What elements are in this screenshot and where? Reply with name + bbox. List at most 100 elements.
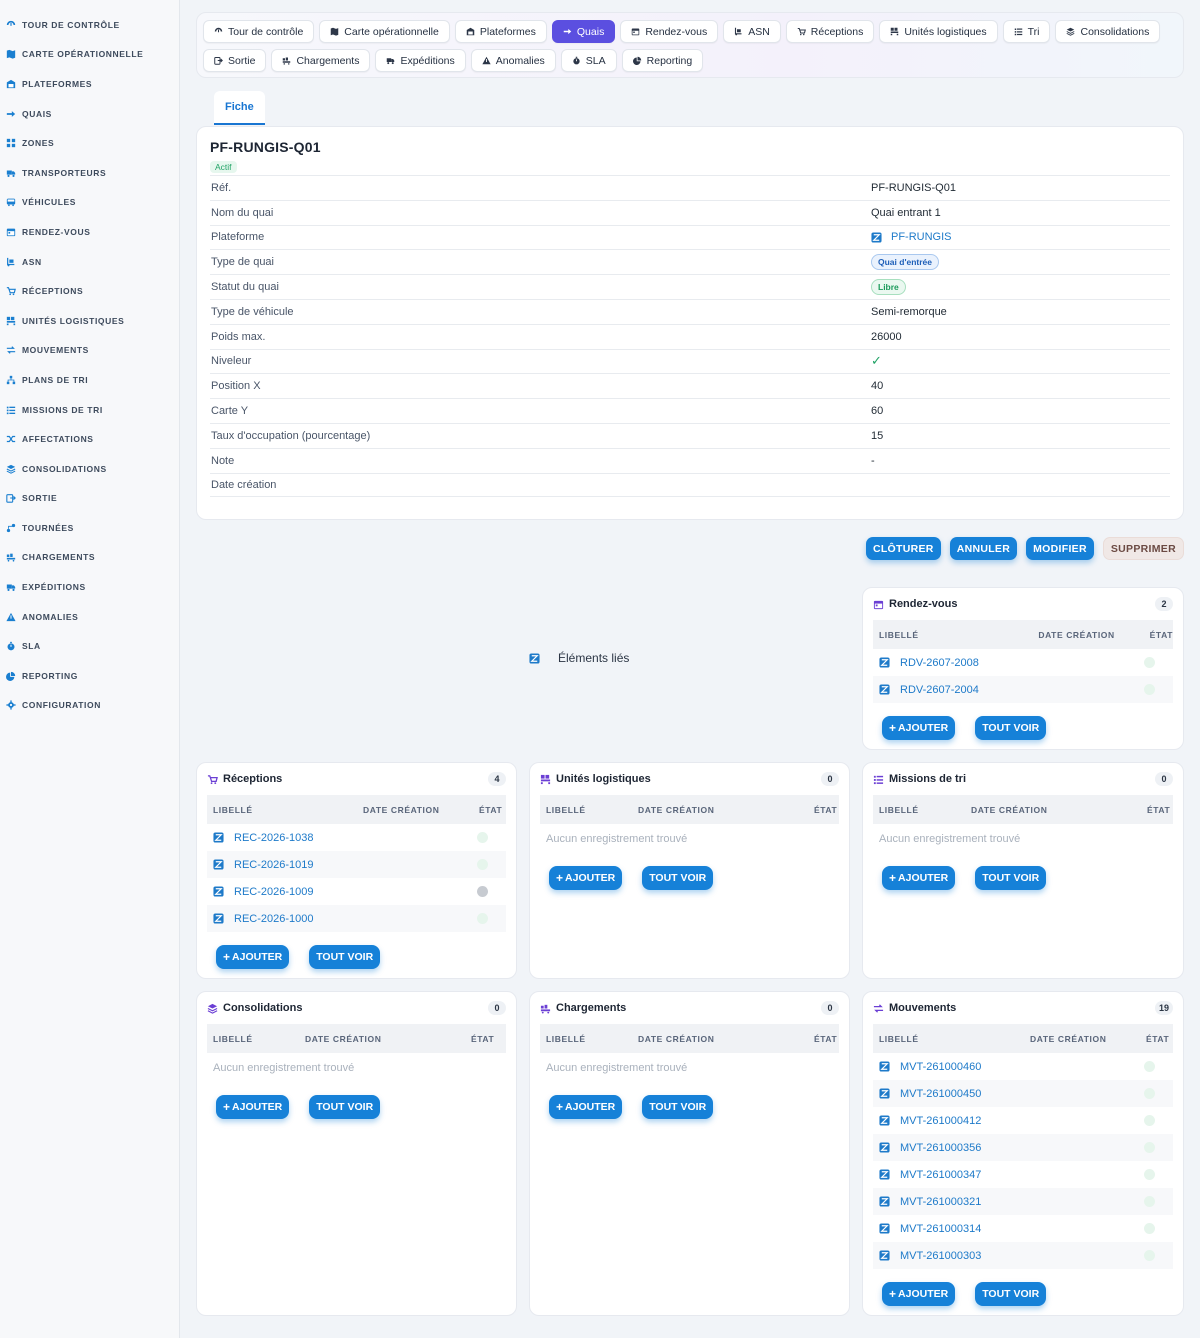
- view-all-button[interactable]: TOUT VOIR: [975, 1282, 1047, 1306]
- nav-tab-exit[interactable]: Sortie: [203, 49, 267, 72]
- card-header: Mouvements 19: [873, 1001, 1173, 1015]
- sidebar-item-shuffle[interactable]: AFFECTATIONS: [0, 424, 179, 454]
- receive-icon: [6, 286, 16, 296]
- row-link[interactable]: REC-2026-1019: [234, 859, 314, 871]
- add-button[interactable]: + AJOUTER: [216, 945, 290, 969]
- chart-icon: [632, 56, 642, 65]
- card-title: Consolidations: [223, 1002, 303, 1014]
- bus-icon: [6, 197, 16, 207]
- gauge-icon: [6, 20, 16, 30]
- sidebar-item-bus[interactable]: VÉHICULES: [0, 188, 179, 218]
- view-all-button[interactable]: TOUT VOIR: [309, 945, 381, 969]
- nav-tab-receive[interactable]: Réceptions: [785, 20, 875, 43]
- table-row: REC-2026-1019: [207, 851, 506, 878]
- nav-tab-chart[interactable]: Reporting: [621, 49, 704, 72]
- sidebar-item-dolly[interactable]: ASN: [0, 247, 179, 277]
- row-link[interactable]: MVT-261000347: [900, 1169, 981, 1181]
- nav-tab-warning[interactable]: Anomalies: [470, 49, 556, 72]
- add-button[interactable]: + AJOUTER: [216, 1095, 290, 1119]
- row-link[interactable]: MVT-261000460: [900, 1061, 981, 1073]
- row-link[interactable]: MVT-261000321: [900, 1196, 981, 1208]
- sidebar-item-receive[interactable]: RÉCEPTIONS: [0, 276, 179, 306]
- table-header: LIBELLÉ DATE CRÉATION ÉTAT: [873, 620, 1173, 649]
- row-link[interactable]: MVT-261000450: [900, 1088, 981, 1100]
- col-etat: ÉTAT: [479, 804, 503, 815]
- modifier-button[interactable]: MODIFIER: [1026, 537, 1094, 560]
- add-label: AJOUTER: [565, 872, 616, 884]
- sidebar-item-gear[interactable]: CONFIGURATION: [0, 691, 179, 721]
- nav-tab-dock[interactable]: Quais: [551, 20, 616, 43]
- row-link[interactable]: MVT-261000356: [900, 1142, 981, 1154]
- nav-tab-layers[interactable]: Consolidations: [1055, 20, 1161, 43]
- field-value: Libre: [871, 279, 906, 296]
- entity-icon: [529, 652, 540, 664]
- add-button[interactable]: + AJOUTER: [882, 716, 956, 740]
- field-label: Position X: [211, 380, 261, 393]
- sidebar-item-map[interactable]: CARTE OPÉRATIONNELLE: [0, 40, 179, 70]
- row-link[interactable]: MVT-261000314: [900, 1223, 981, 1235]
- sidebar-item-chart[interactable]: REPORTING: [0, 661, 179, 691]
- view-all-button[interactable]: TOUT VOIR: [309, 1095, 381, 1119]
- row-link[interactable]: REC-2026-1038: [234, 832, 314, 844]
- add-button[interactable]: + AJOUTER: [549, 866, 623, 890]
- sidebar-item-route[interactable]: TOURNÉES: [0, 513, 179, 543]
- sidebar-item-loading[interactable]: CHARGEMENTS: [0, 543, 179, 573]
- table-row: RDV-2607-2008: [873, 649, 1173, 676]
- row-link[interactable]: REC-2026-1000: [234, 913, 314, 925]
- field-value: 40: [871, 380, 884, 393]
- count-badge: 0: [821, 772, 839, 786]
- nav-tab-dolly[interactable]: ASN: [723, 20, 781, 43]
- view-all-button[interactable]: TOUT VOIR: [642, 866, 714, 890]
- view-all-button[interactable]: TOUT VOIR: [975, 716, 1047, 740]
- nav-tab-loading[interactable]: Chargements: [271, 49, 371, 72]
- sidebar-item-pallet[interactable]: UNITÉS LOGISTIQUES: [0, 306, 179, 336]
- sidebar-item-list[interactable]: MISSIONS DE TRI: [0, 395, 179, 425]
- sidebar-item-stopwatch[interactable]: SLA: [0, 631, 179, 661]
- nav-tab-pallet[interactable]: Unités logistiques: [879, 20, 998, 43]
- status-dot: [477, 913, 488, 924]
- dolly-icon: [734, 27, 743, 36]
- table-header: LIBELLÉ DATE CRÉATION ÉTAT: [873, 1024, 1173, 1053]
- sidebar-item-sitemap[interactable]: PLANS DE TRI: [0, 365, 179, 395]
- view-all-button[interactable]: TOUT VOIR: [975, 866, 1047, 890]
- add-button[interactable]: + AJOUTER: [882, 1282, 956, 1306]
- sidebar-item-warning[interactable]: ANOMALIES: [0, 602, 179, 632]
- sidebar-item-dock[interactable]: QUAIS: [0, 99, 179, 129]
- sidebar-item-arrows[interactable]: MOUVEMENTS: [0, 336, 179, 366]
- sidebar-item-label: SLA: [22, 641, 41, 652]
- row-link[interactable]: REC-2026-1009: [234, 886, 314, 898]
- add-button[interactable]: + AJOUTER: [549, 1095, 623, 1119]
- sidebar-item-label: CONFIGURATION: [22, 700, 101, 711]
- supprimer-button[interactable]: SUPPRIMER: [1102, 537, 1184, 560]
- nav-tab-stopwatch[interactable]: SLA: [560, 49, 617, 72]
- nav-tab-map[interactable]: Carte opérationnelle: [319, 20, 450, 43]
- sidebar-item-grid[interactable]: ZONES: [0, 128, 179, 158]
- row-link[interactable]: MVT-261000412: [900, 1115, 981, 1127]
- cloturer-button[interactable]: CLÔTURER: [865, 537, 941, 560]
- nav-tab-warehouse[interactable]: Plateformes: [454, 20, 547, 43]
- nav-tab-label: ASN: [748, 25, 770, 38]
- tab-fiche[interactable]: Fiche: [214, 91, 265, 125]
- nav-tab-shipping[interactable]: Expéditions: [375, 49, 466, 72]
- add-button[interactable]: + AJOUTER: [882, 866, 956, 890]
- row-link[interactable]: MVT-261000303: [900, 1250, 981, 1262]
- nav-tab-calendar[interactable]: Rendez-vous: [620, 20, 719, 43]
- table-row: MVT-261000450: [873, 1080, 1173, 1107]
- sidebar-item-shipping[interactable]: EXPÉDITIONS: [0, 572, 179, 602]
- sidebar-item-label: CONSOLIDATIONS: [22, 463, 107, 474]
- nav-tab-list[interactable]: Tri: [1002, 20, 1051, 43]
- sidebar-item-warehouse[interactable]: PLATEFORMES: [0, 69, 179, 99]
- plateforme-link[interactable]: PF-RUNGIS: [891, 231, 952, 243]
- nav-tab-gauge[interactable]: Tour de contrôle: [203, 20, 315, 43]
- sidebar-item-calendar[interactable]: RENDEZ-VOUS: [0, 217, 179, 247]
- sidebar-item-gauge[interactable]: TOUR DE CONTRÔLE: [0, 10, 179, 40]
- sidebar-item-layers[interactable]: CONSOLIDATIONS: [0, 454, 179, 484]
- row-link[interactable]: RDV-2607-2008: [900, 657, 979, 669]
- sidebar-item-truck[interactable]: TRANSPORTEURS: [0, 158, 179, 188]
- view-all-button[interactable]: TOUT VOIR: [642, 1095, 714, 1119]
- annuler-button[interactable]: ANNULER: [949, 537, 1018, 560]
- row-link[interactable]: RDV-2607-2004: [900, 684, 979, 696]
- card-header: Missions de tri 0: [873, 772, 1173, 786]
- plus-icon: +: [223, 950, 231, 964]
- sidebar-item-exit[interactable]: SORTIE: [0, 484, 179, 514]
